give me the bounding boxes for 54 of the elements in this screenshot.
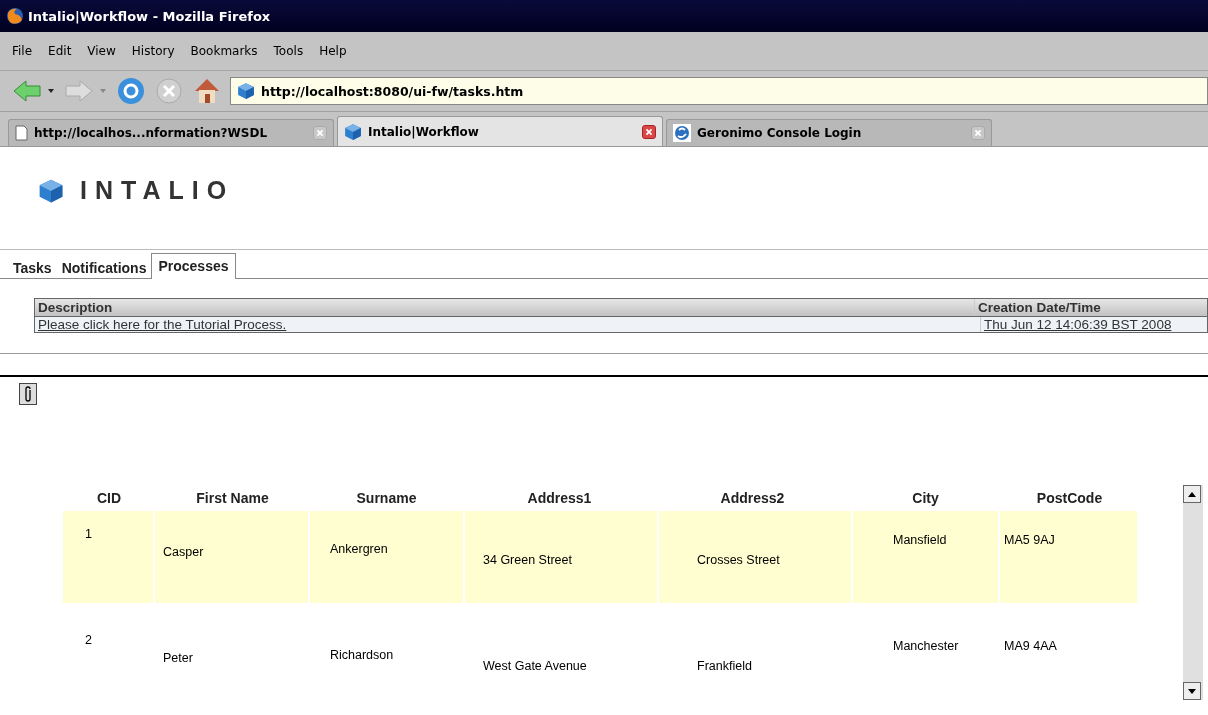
- menu-item[interactable]: View: [79, 44, 124, 58]
- table-cell: 2: [85, 633, 92, 647]
- tab[interactable]: Notifications: [56, 256, 152, 279]
- table-cell: MA5 9AJ: [1004, 533, 1055, 547]
- table-cell: Crosses Street: [697, 553, 780, 567]
- menu-item[interactable]: File: [4, 44, 41, 58]
- column-header: Creation Date/Time: [974, 299, 1207, 316]
- tab[interactable]: Processes: [151, 253, 236, 279]
- menu-item[interactable]: Bookmarks: [182, 44, 266, 58]
- column-header: Surname: [355, 490, 418, 506]
- table-cell: Manchester: [893, 639, 959, 653]
- table-row[interactable]: 1 Casper Ankergren 34 Green Street Crosses Street Mansfield MA5 9AJ: [63, 511, 1137, 603]
- cube-icon: [344, 122, 362, 141]
- column-header: Description: [37, 299, 114, 316]
- scroll-up-icon[interactable]: [1188, 491, 1196, 497]
- tab[interactable]: Tasks: [8, 256, 57, 279]
- table-row[interactable]: 2 Peter Richardson West Gate Avenue Frankfield Manchester MA9 4AA: [63, 617, 1137, 709]
- table-cell: Ankergren: [330, 542, 388, 556]
- column-header: City: [911, 490, 940, 506]
- scroll-down-icon[interactable]: [1188, 688, 1196, 694]
- column-header: Address2: [719, 490, 786, 506]
- address-field[interactable]: http://localhost:8080/ui-fw/tasks.htm: [230, 77, 1208, 105]
- close-tab-icon[interactable]: [642, 124, 656, 139]
- scrollbar[interactable]: [1183, 485, 1203, 700]
- table-cell: MA9 4AA: [1004, 639, 1057, 653]
- logo-text: INTALIO: [80, 176, 235, 205]
- page-icon: [15, 125, 28, 141]
- browser-tab[interactable]: http://localhos...nformation?WSDL: [8, 119, 334, 146]
- menu-item[interactable]: History: [123, 44, 183, 58]
- attachment-button[interactable]: [19, 383, 37, 405]
- table-cell: 34 Green Street: [483, 553, 572, 567]
- cube-icon: [38, 177, 64, 204]
- table-cell: Mansfield: [893, 533, 947, 547]
- table-cell: Richardson: [330, 648, 394, 662]
- menu-item[interactable]: Tools: [265, 44, 312, 58]
- browser-tab[interactable]: Geronimo Console Login: [666, 119, 992, 146]
- browser-tab[interactable]: Intalio|Workflow: [337, 116, 663, 146]
- process-link[interactable]: Thu Jun 12 14:06:39 BST 2008: [981, 317, 1175, 332]
- table-cell: Casper: [163, 545, 204, 559]
- column-header: First Name: [195, 490, 270, 506]
- menu-item[interactable]: Edit: [40, 44, 80, 58]
- column-header: CID: [95, 490, 123, 506]
- table-cell: 1: [85, 527, 92, 541]
- table-cell: West Gate Avenue: [483, 659, 587, 673]
- cube-icon: [237, 82, 255, 100]
- column-header: Address1: [526, 490, 593, 506]
- window-title: Intalio|Workflow - Mozilla Firefox: [28, 8, 271, 24]
- browser-logo-icon: [6, 7, 24, 25]
- table-cell: Frankfield: [697, 659, 752, 673]
- process-link[interactable]: Please click here for the Tutorial Process.: [35, 317, 290, 332]
- paperclip-icon: [24, 386, 32, 402]
- table-cell: Peter: [163, 651, 193, 665]
- menu-item[interactable]: Help: [311, 44, 355, 58]
- column-header: PostCode: [1035, 490, 1104, 506]
